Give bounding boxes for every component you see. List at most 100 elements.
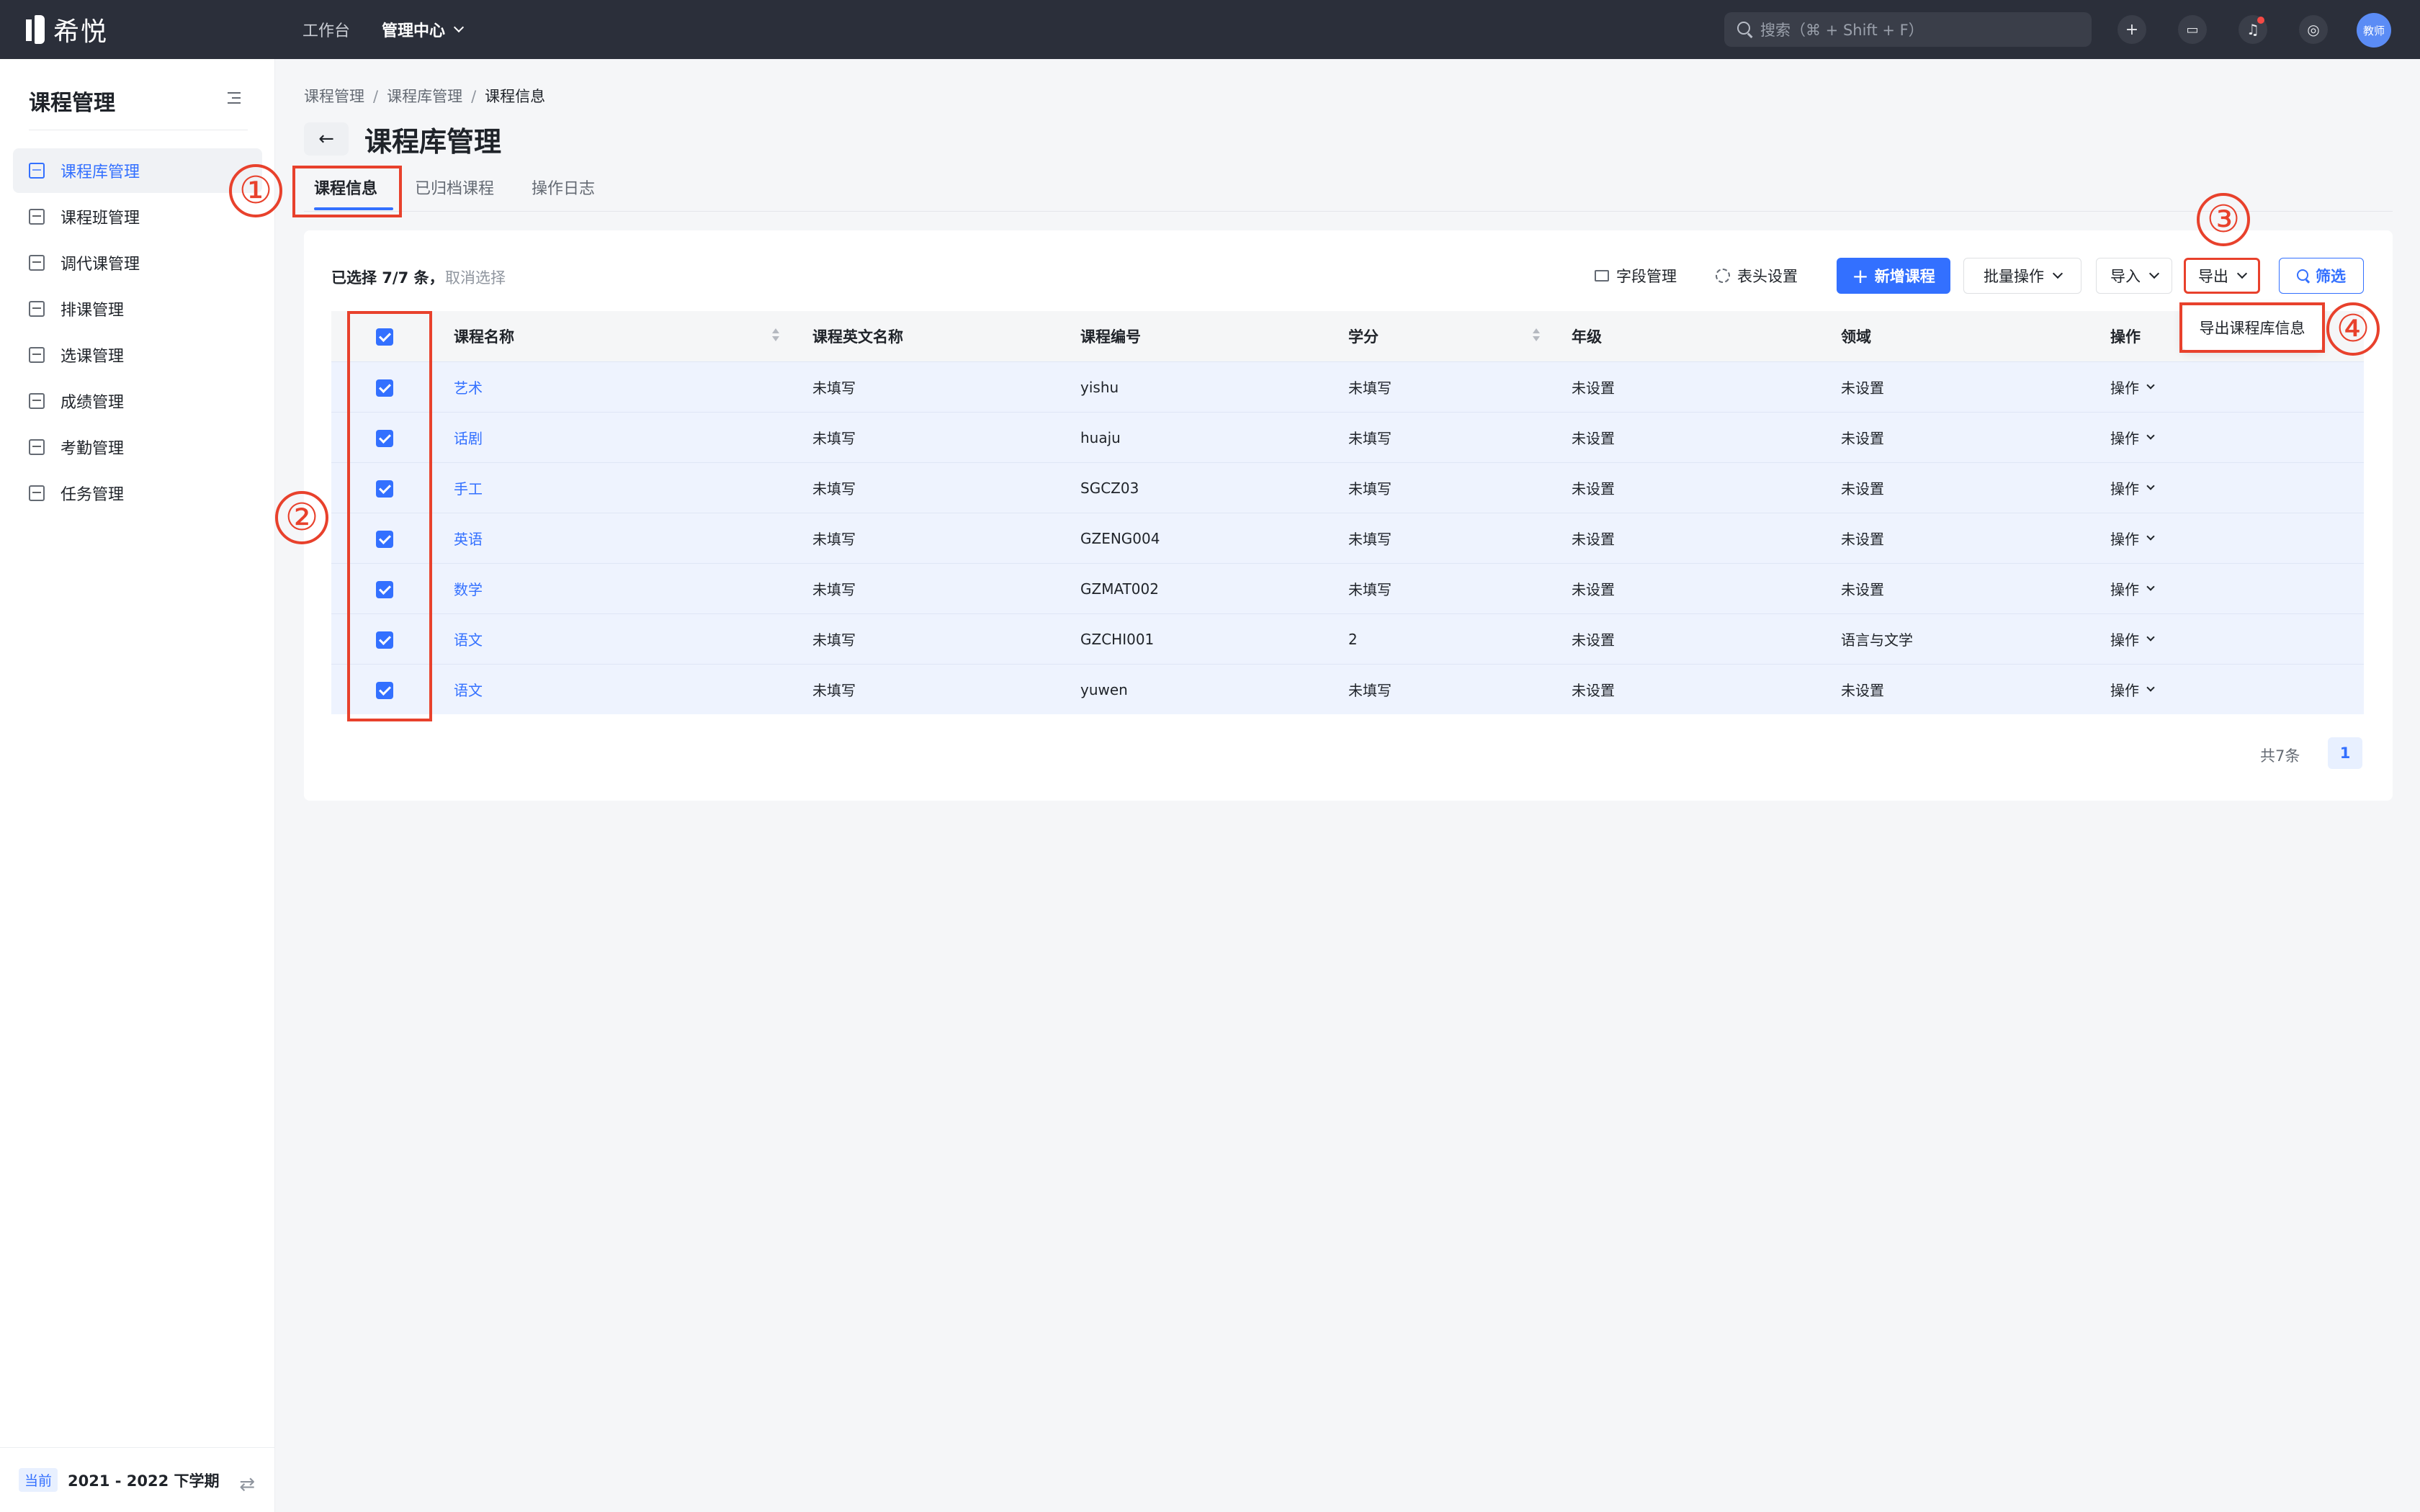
sidebar-item-label: 排课管理 [60, 302, 125, 320]
chat-icon: ▭ [2186, 22, 2199, 37]
table-row[interactable]: 数学 未填写 GZMAT002 未填写 未设置 未设置 操作 [331, 563, 2364, 613]
table-row[interactable]: 话剧 未填写 huaju 未填写 未设置 未设置 操作 [331, 412, 2364, 462]
top-nav: 工作台 管理中心 [302, 0, 494, 59]
tab-archived-courses[interactable]: 已归档课程 [415, 176, 494, 199]
import-dropdown[interactable]: 导入 [2096, 258, 2172, 294]
pagination-page-1[interactable]: 1 [2328, 737, 2362, 769]
nav-workbench[interactable]: 工作台 [302, 18, 350, 41]
chevron-down-icon [2146, 431, 2155, 440]
column-header-domain: 领域 [1841, 328, 1871, 346]
swap-doc-icon [29, 255, 45, 271]
book-icon [29, 209, 45, 225]
cell-course-name[interactable]: 数学 [454, 578, 483, 599]
cell-actions[interactable]: 操作 [2110, 679, 2155, 700]
gear-icon [1716, 269, 1730, 283]
page-title: 课程库管理 [364, 126, 502, 158]
table-icon [1595, 270, 1609, 282]
cell-actions[interactable]: 操作 [2110, 528, 2155, 549]
sidebar-item-course-selection[interactable]: 选课管理 [13, 333, 262, 377]
help-button[interactable]: ◎ [2299, 15, 2328, 44]
cell-english-name: 未填写 [812, 531, 856, 548]
cell-actions[interactable]: 操作 [2110, 629, 2155, 649]
sidebar-item-attendance[interactable]: 考勤管理 [13, 425, 262, 469]
table-row[interactable]: 艺术 未填写 yishu 未填写 未设置 未设置 操作 [331, 361, 2364, 412]
term-switcher[interactable]: 当前 2021 - 2022 下学期 ⇄ [0, 1447, 275, 1512]
sidebar-item-label: 任务管理 [60, 486, 125, 504]
cell-grade: 未设置 [1572, 430, 1615, 447]
swap-icon[interactable]: ⇄ [239, 1474, 255, 1495]
cell-course-code: GZENG004 [1080, 529, 1160, 547]
sidebar-item-label: 课程班管理 [60, 210, 140, 228]
row-actions-label: 操作 [2110, 581, 2139, 598]
table-row[interactable]: 语文 未填写 GZCHI001 2 未设置 语言与文学 操作 [331, 613, 2364, 664]
cell-course-code: GZCHI001 [1080, 630, 1155, 648]
header-settings-link[interactable]: 表头设置 [1716, 258, 1798, 294]
export-dropdown[interactable]: 导出 [2184, 258, 2260, 294]
table-row[interactable]: 语文 未填写 yuwen 未填写 未设置 未设置 操作 [331, 664, 2364, 714]
cell-course-name[interactable]: 语文 [454, 629, 483, 649]
sidebar-item-course-class[interactable]: 课程班管理 [13, 194, 262, 239]
breadcrumb-item[interactable]: 课程库管理 [387, 88, 462, 105]
sidebar-item-grades[interactable]: 成绩管理 [13, 379, 262, 423]
cell-actions[interactable]: 操作 [2110, 477, 2155, 498]
sort-icon[interactable] [772, 328, 779, 344]
sidebar-item-label: 课程库管理 [60, 163, 140, 181]
row-actions-label: 操作 [2110, 631, 2139, 649]
breadcrumb-item[interactable]: 课程管理 [304, 88, 364, 105]
annotation-box-tab [292, 166, 402, 217]
checklist-icon [29, 347, 45, 363]
add-course-button[interactable]: + 新增课程 [1837, 258, 1950, 294]
cell-course-name[interactable]: 语文 [454, 679, 483, 700]
sidebar-item-substitute[interactable]: 调代课管理 [13, 240, 262, 285]
notifications-button[interactable]: ♫ [2238, 15, 2267, 44]
cell-actions[interactable]: 操作 [2110, 377, 2155, 397]
batch-ops-dropdown[interactable]: 批量操作 [1963, 258, 2081, 294]
add-button[interactable]: + [2118, 15, 2146, 44]
sidebar-item-course-library[interactable]: 课程库管理 [13, 148, 262, 193]
table-row[interactable]: 手工 未填写 SGCZ03 未填写 未设置 未设置 操作 [331, 462, 2364, 513]
sidebar-title: 课程管理 [29, 91, 115, 116]
column-header-english-name: 课程英文名称 [812, 328, 903, 346]
pagination-total: 共7条 [2260, 747, 2300, 765]
bell-icon: ♫ [2246, 21, 2259, 38]
table-row[interactable]: 英语 未填写 GZENG004 未填写 未设置 未设置 操作 [331, 513, 2364, 563]
cell-course-name[interactable]: 艺术 [454, 377, 483, 397]
column-header-grade: 年级 [1572, 328, 1602, 346]
avatar[interactable]: 教师 [2357, 13, 2391, 48]
cell-actions[interactable]: 操作 [2110, 427, 2155, 448]
chevron-down-icon [2146, 582, 2155, 591]
row-actions-label: 操作 [2110, 430, 2139, 447]
column-header-credits: 学分 [1348, 328, 1379, 346]
cell-credits: 未填写 [1348, 581, 1392, 598]
cell-credits: 未填写 [1348, 531, 1392, 548]
collapse-sidebar-icon[interactable] [228, 92, 241, 104]
annotation-box-export-menu [2179, 302, 2325, 353]
cancel-selection-link[interactable]: 取消选择 [445, 266, 506, 288]
cell-course-name[interactable]: 话剧 [454, 427, 483, 448]
app-logo[interactable]: 希悦 [26, 13, 108, 47]
cell-english-name: 未填写 [812, 430, 856, 447]
column-header-name: 课程名称 [454, 328, 514, 346]
chevron-down-icon [2236, 268, 2248, 279]
sort-icon[interactable] [1533, 328, 1540, 344]
field-manage-link[interactable]: 字段管理 [1595, 258, 1677, 294]
cell-course-name[interactable]: 手工 [454, 477, 483, 498]
filter-button[interactable]: 筛选 [2279, 258, 2364, 294]
sidebar-item-tasks[interactable]: 任务管理 [13, 471, 262, 516]
cell-domain: 语言与文学 [1841, 631, 1913, 649]
cell-english-name: 未填写 [812, 379, 856, 397]
cell-course-code: GZMAT002 [1080, 580, 1159, 598]
sidebar-item-scheduling[interactable]: 排课管理 [13, 287, 262, 331]
row-actions-label: 操作 [2110, 480, 2139, 498]
messages-button[interactable]: ▭ [2178, 15, 2207, 44]
chevron-down-icon [2052, 268, 2063, 279]
nav-admin-center[interactable]: 管理中心 [382, 18, 465, 41]
back-button[interactable]: ← [304, 122, 349, 156]
cell-course-name[interactable]: 英语 [454, 528, 483, 549]
cell-domain: 未设置 [1841, 581, 1884, 598]
global-search-input[interactable]: 搜索（⌘ + Shift + F） [1724, 12, 2092, 47]
search-icon [2297, 269, 2310, 282]
tab-operation-log[interactable]: 操作日志 [532, 176, 595, 199]
sidebar-item-label: 成绩管理 [60, 394, 125, 412]
cell-actions[interactable]: 操作 [2110, 578, 2155, 599]
